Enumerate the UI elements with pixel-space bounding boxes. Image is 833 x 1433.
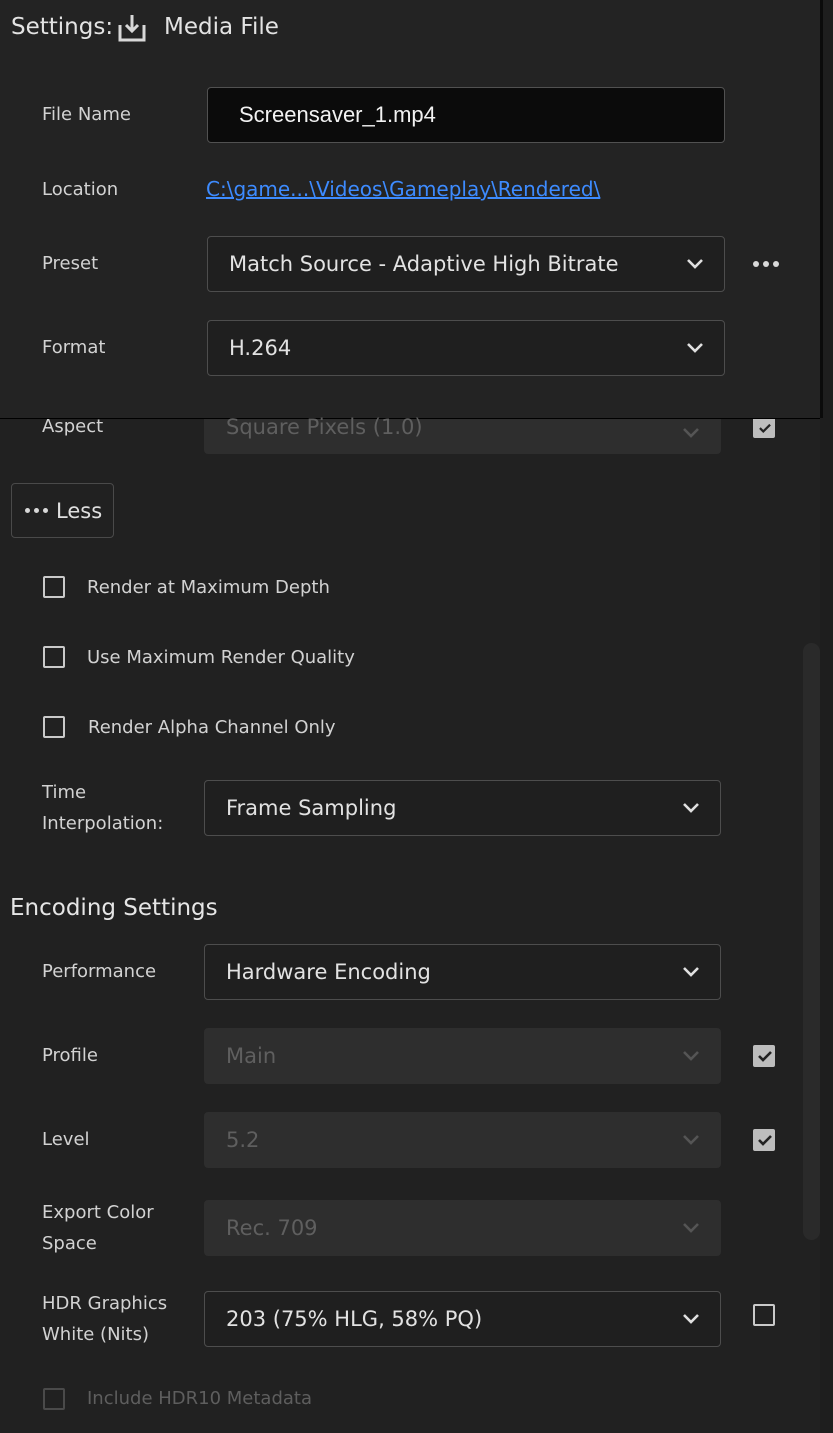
file-name-input[interactable]: Screensaver_1.mp4 [207, 87, 725, 143]
less-button-label: Less [56, 498, 103, 523]
preset-label: Preset [42, 253, 99, 274]
chevron-down-icon [682, 1313, 700, 1325]
chevron-down-icon [682, 427, 700, 439]
settings-title: Settings: [11, 14, 114, 40]
location-label: Location [42, 179, 119, 200]
hdr-graphics-white-checkbox[interactable] [753, 1304, 775, 1326]
download-icon[interactable] [116, 13, 148, 43]
export-color-space-label-line2: Space [42, 1233, 97, 1254]
export-color-space-value: Rec. 709 [226, 1216, 318, 1240]
format-dropdown[interactable]: H.264 [207, 320, 725, 376]
hdr-graphics-white-dropdown[interactable]: 203 (75% HLG, 58% PQ) [204, 1291, 721, 1347]
alpha-channel-only-label: Render Alpha Channel Only [88, 717, 336, 738]
file-name-label: File Name [42, 104, 131, 125]
performance-label: Performance [42, 961, 157, 982]
performance-dropdown[interactable]: Hardware Encoding [204, 944, 721, 1000]
hdr10-metadata-label: Include HDR10 Metadata [87, 1388, 313, 1409]
profile-value: Main [226, 1044, 277, 1068]
chevron-down-icon [682, 966, 700, 978]
export-color-space-dropdown: Rec. 709 [204, 1200, 721, 1256]
media-file-tab[interactable]: Media File [164, 14, 279, 40]
time-interpolation-label: Time Interpolation: [42, 777, 163, 839]
performance-value: Hardware Encoding [226, 960, 431, 984]
chevron-down-icon [686, 258, 704, 270]
more-options-icon[interactable] [753, 261, 779, 267]
profile-checkbox[interactable] [753, 1045, 775, 1067]
hdr10-metadata-checkbox [43, 1388, 65, 1410]
aspect-value: Square Pixels (1.0) [226, 415, 423, 439]
max-render-quality-label: Use Maximum Render Quality [87, 647, 355, 668]
chevron-down-icon [686, 342, 704, 354]
preset-value: Match Source - Adaptive High Bitrate [229, 252, 619, 276]
right-edge-line [820, 0, 823, 418]
hdr-graphics-white-value: 203 (75% HLG, 58% PQ) [226, 1307, 483, 1331]
level-dropdown: 5.2 [204, 1112, 721, 1168]
level-value: 5.2 [226, 1128, 260, 1152]
chevron-down-icon [682, 802, 700, 814]
time-interpolation-label-line1: Time [42, 782, 87, 803]
chevron-down-icon [682, 1134, 700, 1146]
scrollbar[interactable] [803, 643, 820, 1240]
profile-label: Profile [42, 1045, 98, 1066]
hdr-graphics-white-label-line2: White (Nits) [42, 1324, 150, 1345]
encoding-settings-title: Encoding Settings [10, 895, 218, 921]
less-button[interactable]: Less [11, 483, 114, 538]
format-label: Format [42, 337, 106, 358]
time-interpolation-value: Frame Sampling [226, 796, 397, 820]
chevron-down-icon [682, 1050, 700, 1062]
hdr-graphics-white-label: HDR Graphics White (Nits) [42, 1288, 167, 1350]
aspect-label: Aspect [42, 416, 104, 437]
level-label: Level [42, 1129, 90, 1150]
location-link[interactable]: C:\game...\Videos\Gameplay\Rendered\ [206, 177, 600, 201]
profile-dropdown: Main [204, 1028, 721, 1084]
hdr-graphics-white-label-line1: HDR Graphics [42, 1293, 168, 1314]
time-interpolation-dropdown[interactable]: Frame Sampling [204, 780, 721, 836]
aspect-checkbox[interactable] [753, 419, 775, 438]
max-render-quality-checkbox[interactable] [43, 646, 65, 668]
time-interpolation-label-line2: Interpolation: [42, 813, 164, 834]
export-color-space-label-line1: Export Color [42, 1202, 154, 1223]
render-max-depth-label: Render at Maximum Depth [87, 577, 330, 598]
preset-dropdown[interactable]: Match Source - Adaptive High Bitrate [207, 236, 725, 292]
file-name-value: Screensaver_1.mp4 [239, 102, 436, 127]
format-value: H.264 [229, 336, 292, 360]
export-color-space-label: Export Color Space [42, 1197, 154, 1259]
aspect-dropdown: Square Pixels (1.0) [204, 415, 721, 454]
level-checkbox[interactable] [753, 1129, 775, 1151]
render-max-depth-checkbox[interactable] [43, 576, 65, 598]
alpha-channel-only-checkbox[interactable] [43, 716, 65, 738]
ellipsis-icon [25, 508, 48, 513]
chevron-down-icon [682, 1222, 700, 1234]
